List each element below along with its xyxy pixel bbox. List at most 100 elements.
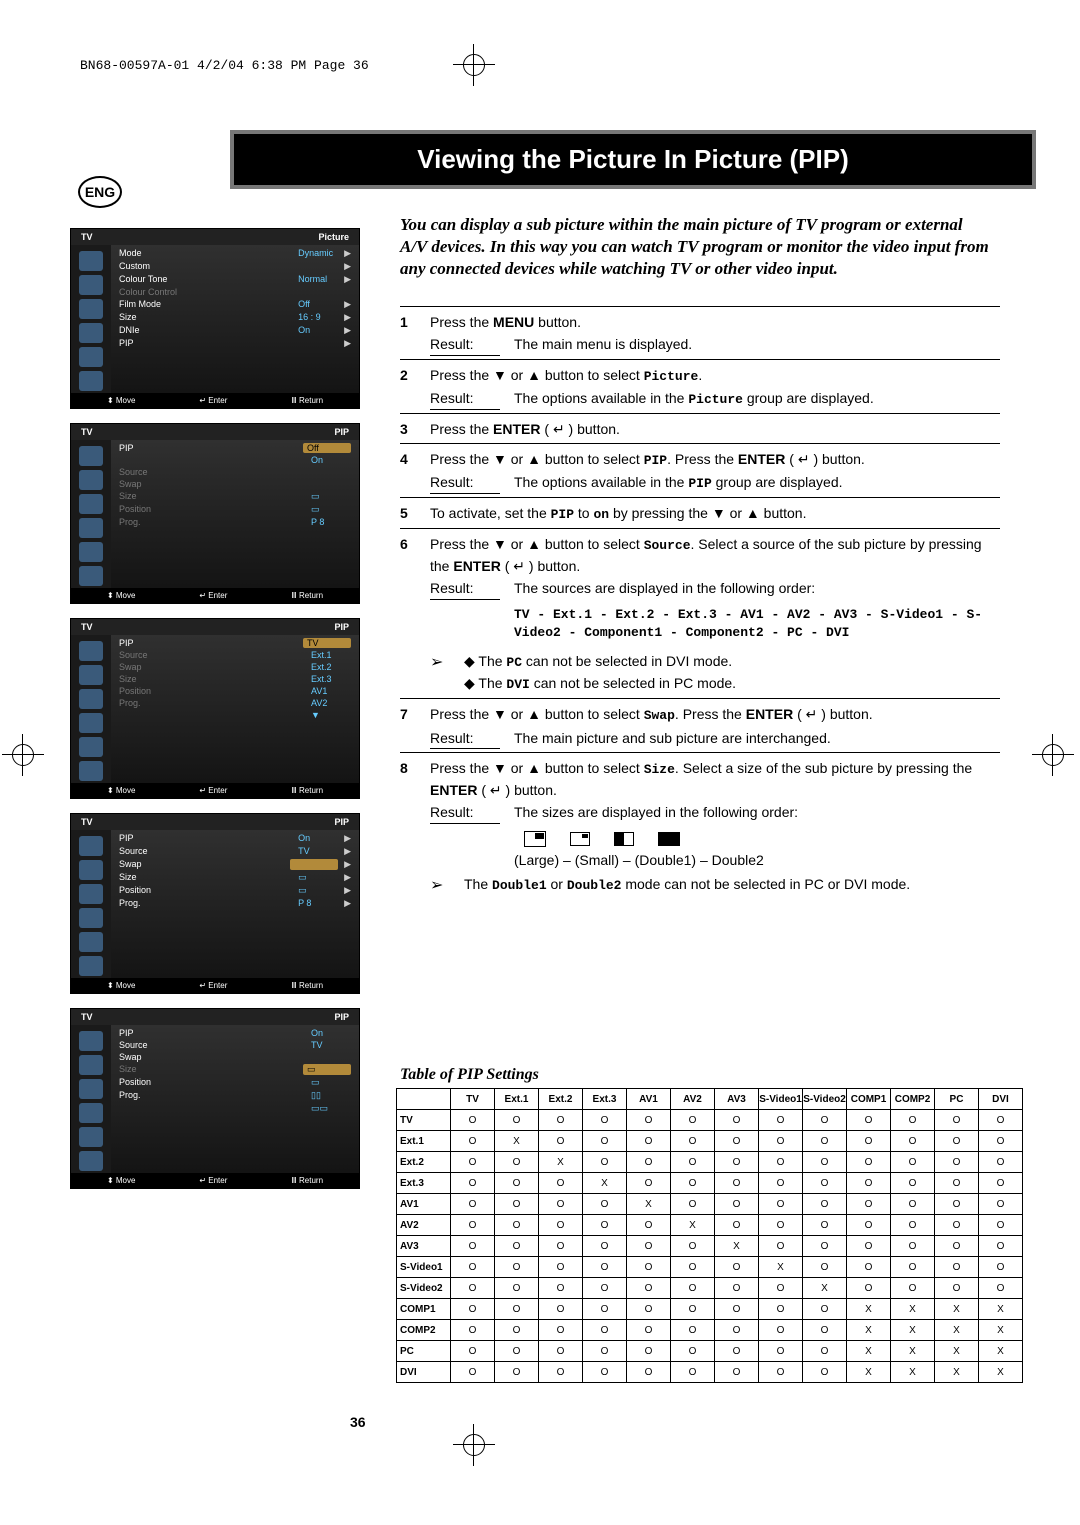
- size-small-icon: [570, 832, 590, 846]
- table-cell: O: [451, 1278, 495, 1299]
- table-row: S-Video2OOOOOOOOXOOOO: [397, 1278, 1023, 1299]
- table-cell: O: [495, 1257, 539, 1278]
- table-cell: O: [539, 1110, 583, 1131]
- osd-pip-source: TVPIP PIPTVSourceExt.1SwapExt.2SizeExt.3…: [70, 618, 360, 799]
- table-col-header: S-Video1: [759, 1089, 803, 1110]
- table-row: Ext.1OXOOOOOOOOOOO: [397, 1131, 1023, 1152]
- step-8: 8 Press the ▼ or ▲ button to select Size…: [400, 753, 1000, 900]
- table-cell: O: [671, 1257, 715, 1278]
- table-cell: O: [671, 1299, 715, 1320]
- table-cell: O: [847, 1131, 891, 1152]
- osd-pip-size: TVPIP PIPOnSourceTVSwapSize▭Position▭Pro…: [70, 1008, 360, 1189]
- table-cell: O: [715, 1110, 759, 1131]
- table-col-header: AV2: [671, 1089, 715, 1110]
- table-col-header: [397, 1089, 451, 1110]
- table-cell: O: [583, 1131, 627, 1152]
- table-col-header: PC: [935, 1089, 979, 1110]
- table-cell: X: [627, 1194, 671, 1215]
- table-cell: O: [891, 1131, 935, 1152]
- size-icons-row: [430, 824, 1000, 850]
- table-cell: O: [671, 1173, 715, 1194]
- table-cell: O: [979, 1236, 1023, 1257]
- table-cell: O: [495, 1110, 539, 1131]
- table-cell: O: [451, 1299, 495, 1320]
- table-cell: O: [451, 1341, 495, 1362]
- osd-row: Position▭: [119, 1076, 351, 1089]
- table-cell: O: [891, 1152, 935, 1173]
- table-cell: X: [847, 1341, 891, 1362]
- table-cell: O: [803, 1152, 847, 1173]
- table-cell: O: [803, 1131, 847, 1152]
- enter-icon: ↵: [798, 451, 810, 467]
- table-cell: O: [847, 1257, 891, 1278]
- page: BN68-00597A-01 4/2/04 6:38 PM Page 36 EN…: [0, 0, 1080, 1525]
- table-cell: O: [671, 1110, 715, 1131]
- table-cell: O: [495, 1215, 539, 1236]
- osd-row: Size▭: [119, 1063, 351, 1076]
- osd-pip-onoff: TVPIP PIPOffOnSourceSwapSize▭Position▭Pr…: [70, 423, 360, 604]
- step-6: 6 Press the ▼ or ▲ button to select Sour…: [400, 529, 1000, 699]
- table-row: Ext.3OOOXOOOOOOOOO: [397, 1173, 1023, 1194]
- osd-row: PIPTV: [119, 637, 351, 649]
- table-cell: O: [935, 1257, 979, 1278]
- table-cell: O: [495, 1278, 539, 1299]
- step-5: 5 To activate, set the PIP to on by pres…: [400, 498, 1000, 529]
- table-col-header: COMP1: [847, 1089, 891, 1110]
- table-cell: O: [451, 1257, 495, 1278]
- table-cell: O: [847, 1173, 891, 1194]
- table-cell: X: [979, 1341, 1023, 1362]
- table-row: COMP1OOOOOOOOOXXXX: [397, 1299, 1023, 1320]
- table-cell: O: [627, 1236, 671, 1257]
- osd-row: SourceTV▶: [119, 845, 351, 858]
- source-sequence: TV - Ext.1 - Ext.2 - Ext.3 - AV1 - AV2 -…: [430, 600, 1000, 648]
- osd-row: ▼: [119, 709, 351, 721]
- table-cell: O: [671, 1341, 715, 1362]
- page-title: Viewing the Picture In Picture (PIP): [230, 130, 1036, 189]
- table-cell: O: [979, 1131, 1023, 1152]
- table-cell: O: [583, 1236, 627, 1257]
- osd-row: Film ModeOff▶: [119, 298, 351, 311]
- osd-row: Size▭▶: [119, 871, 351, 884]
- table-cell: O: [539, 1173, 583, 1194]
- table-cell: O: [935, 1194, 979, 1215]
- table-cell: O: [759, 1236, 803, 1257]
- table-cell: O: [627, 1215, 671, 1236]
- step-4: 4 Press the ▼ or ▲ button to select PIP.…: [400, 444, 1000, 499]
- table-cell: O: [583, 1299, 627, 1320]
- table-col-header: Ext.3: [583, 1089, 627, 1110]
- table-cell: X: [979, 1299, 1023, 1320]
- table-cell: X: [759, 1257, 803, 1278]
- table-cell: O: [671, 1362, 715, 1383]
- osd-row: Source: [119, 466, 351, 478]
- table-cell: O: [715, 1278, 759, 1299]
- table-cell: O: [671, 1278, 715, 1299]
- osd-header-right: Picture: [318, 232, 349, 242]
- table-cell: O: [759, 1299, 803, 1320]
- note-arrow-icon: ➢: [430, 651, 464, 695]
- table-cell: O: [539, 1194, 583, 1215]
- table-cell: O: [979, 1278, 1023, 1299]
- osd-row: Swap: [119, 1051, 351, 1063]
- table-cell: O: [627, 1341, 671, 1362]
- table-cell: O: [891, 1236, 935, 1257]
- page-number: 36: [350, 1414, 366, 1430]
- table-col-header: S-Video2: [803, 1089, 847, 1110]
- table-cell: O: [803, 1173, 847, 1194]
- osd-row: Custom▶: [119, 260, 351, 273]
- table-cell: X: [891, 1299, 935, 1320]
- table-row: S-Video1OOOOOOOXOOOOO: [397, 1257, 1023, 1278]
- table-cell: O: [803, 1236, 847, 1257]
- table-cell: O: [539, 1278, 583, 1299]
- table-cell: O: [495, 1341, 539, 1362]
- step-7: 7 Press the ▼ or ▲ button to select Swap…: [400, 699, 1000, 753]
- table-cell: O: [891, 1194, 935, 1215]
- osd-row: Swap▶: [119, 858, 351, 871]
- size-double2-icon: [658, 832, 680, 846]
- table-title: Table of PIP Settings: [400, 1066, 539, 1084]
- osd-row: Position▭: [119, 503, 351, 516]
- table-cell: O: [583, 1257, 627, 1278]
- table-cell: O: [803, 1341, 847, 1362]
- language-badge: ENG: [78, 176, 122, 208]
- table-cell: X: [847, 1362, 891, 1383]
- table-cell: O: [759, 1320, 803, 1341]
